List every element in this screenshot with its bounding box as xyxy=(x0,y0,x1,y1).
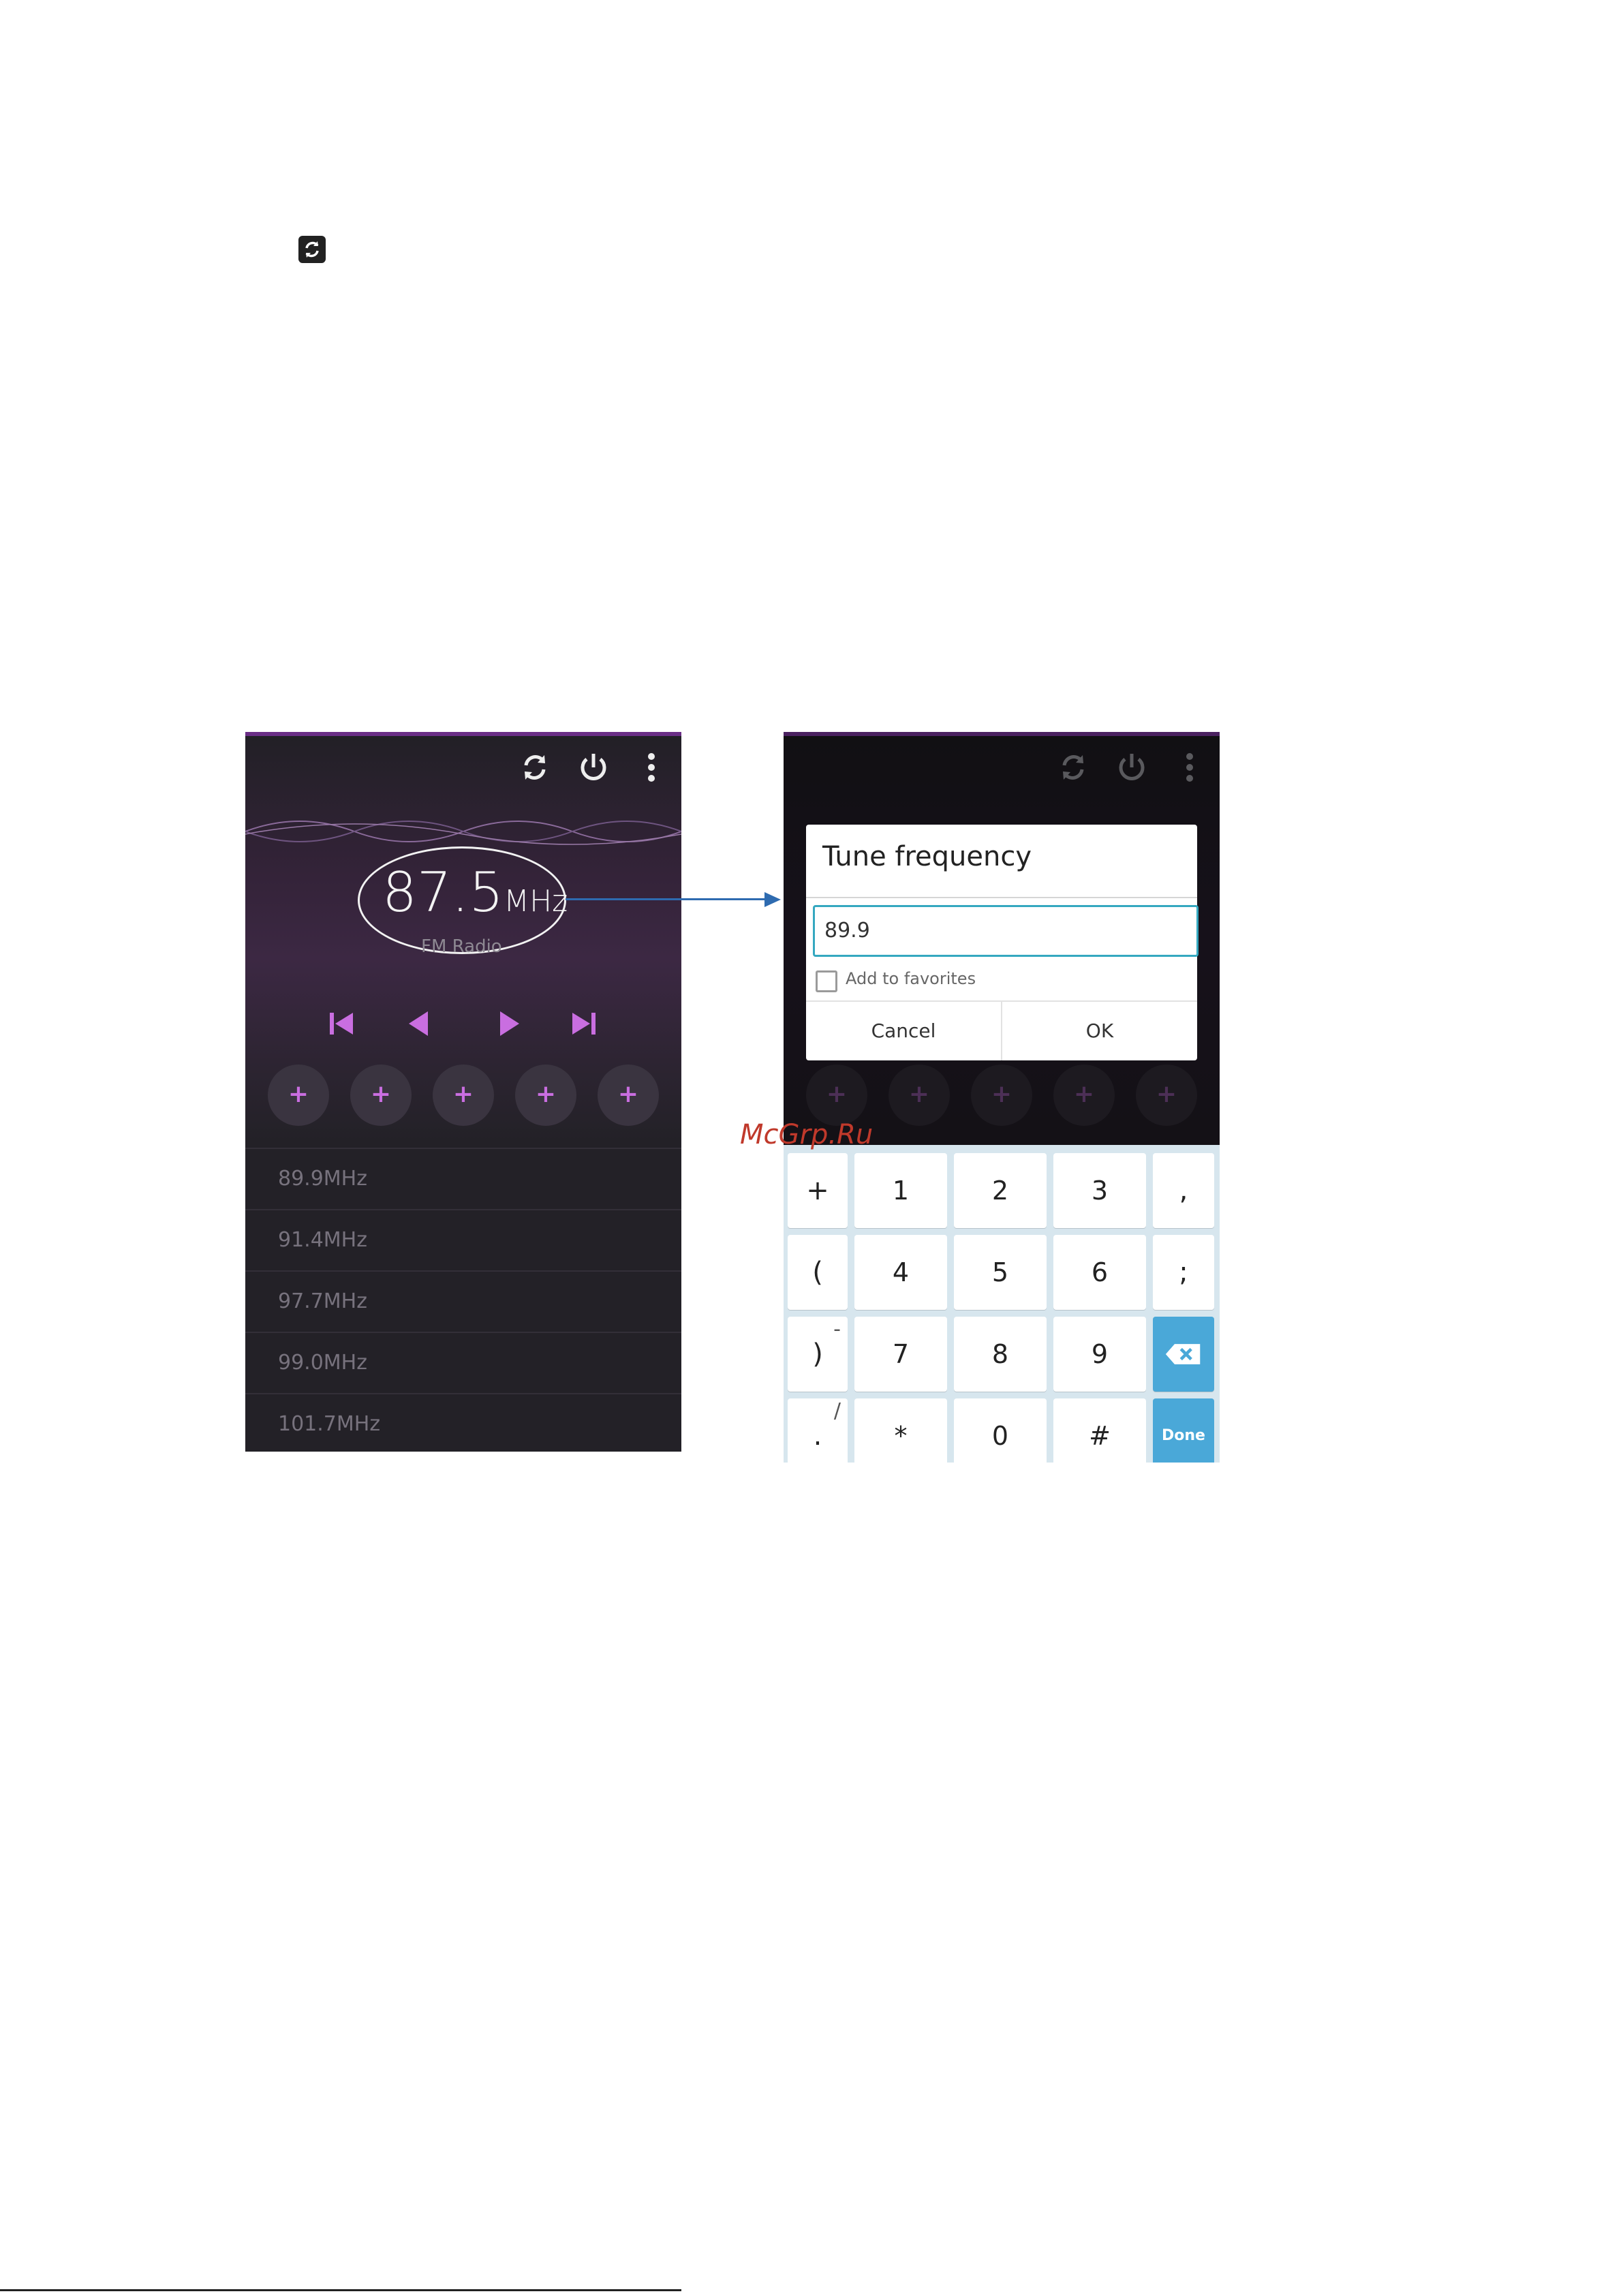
station-list-item[interactable]: 101.7MHz xyxy=(245,1393,681,1452)
watermark: McGrp.Ru xyxy=(740,1119,874,1150)
footer-rule xyxy=(0,2289,681,2291)
frequency-value: 87.5MHz xyxy=(382,861,568,924)
refresh-icon xyxy=(1053,747,1094,788)
add-favorite-button: + xyxy=(888,1065,950,1126)
divider xyxy=(806,897,1197,898)
station-list-item[interactable]: 99.0MHz xyxy=(245,1332,681,1394)
key[interactable]: 2 xyxy=(954,1153,1047,1228)
key[interactable]: 6 xyxy=(1053,1235,1146,1310)
frequency-input[interactable]: 89.9 xyxy=(813,905,1199,957)
ok-button[interactable]: OK xyxy=(1002,1002,1197,1060)
key[interactable]: 9 xyxy=(1053,1317,1146,1392)
refresh-icon[interactable] xyxy=(514,747,555,788)
skip-previous-icon[interactable] xyxy=(322,1003,362,1044)
refresh-icon xyxy=(298,236,326,263)
key[interactable]: 4 xyxy=(854,1235,947,1310)
power-icon xyxy=(1111,747,1152,788)
add-favorite-button[interactable]: + xyxy=(350,1065,412,1126)
key[interactable]: ; xyxy=(1153,1235,1214,1310)
numeric-keyboard: + 1 2 3 , ( 4 5 6 ; ) - 7 8 9 . / * 0 # … xyxy=(784,1145,1220,1463)
add-favorite-button[interactable]: + xyxy=(268,1065,329,1126)
previous-icon[interactable] xyxy=(399,1003,440,1044)
add-favorite-button[interactable]: + xyxy=(515,1065,576,1126)
power-icon[interactable] xyxy=(573,747,614,788)
add-favorite-button[interactable]: + xyxy=(433,1065,494,1126)
more-vert-icon xyxy=(1169,747,1210,788)
backspace-key[interactable] xyxy=(1153,1317,1214,1392)
add-favorite-button: + xyxy=(971,1065,1032,1126)
done-key[interactable]: Done xyxy=(1153,1398,1214,1463)
checkbox-label: Add to favorites xyxy=(846,969,976,988)
add-favorite-button[interactable]: + xyxy=(598,1065,659,1126)
skip-next-icon[interactable] xyxy=(563,1003,604,1044)
station-list-item[interactable]: 91.4MHz xyxy=(245,1209,681,1272)
key[interactable]: , xyxy=(1153,1153,1214,1228)
fm-radio-screen: 87.5MHz FM Radio + + + + + 89.9MHz 91.4M… xyxy=(245,732,681,1452)
callout-arrow-head xyxy=(764,892,781,907)
key[interactable]: 3 xyxy=(1053,1153,1146,1228)
add-favorite-button: + xyxy=(806,1065,867,1126)
key[interactable]: 0 xyxy=(954,1398,1047,1463)
callout-arrow-line xyxy=(566,898,770,900)
backspace-icon xyxy=(1165,1344,1201,1364)
key[interactable]: # xyxy=(1053,1398,1146,1463)
dialog-title: Tune frequency xyxy=(822,841,1032,872)
key[interactable]: 7 xyxy=(854,1317,947,1392)
more-vert-icon[interactable] xyxy=(631,747,672,788)
key[interactable]: 5 xyxy=(954,1235,1047,1310)
cancel-button[interactable]: Cancel xyxy=(806,1002,1001,1060)
key[interactable]: + xyxy=(788,1153,848,1228)
key[interactable]: 8 xyxy=(954,1317,1047,1392)
add-favorite-button: + xyxy=(1136,1065,1197,1126)
tune-frequency-dialog: Tune frequency 89.9 Add to favorites Can… xyxy=(806,825,1199,1060)
add-to-favorites-checkbox[interactable] xyxy=(816,970,837,992)
station-list-item[interactable]: 89.9MHz xyxy=(245,1148,681,1210)
radio-subtitle: FM Radio xyxy=(421,936,502,957)
tune-frequency-screen: + + + + + Tune frequency 89.9 Add to fav… xyxy=(784,732,1220,1463)
play-icon[interactable] xyxy=(488,1003,529,1044)
station-list-item[interactable]: 97.7MHz xyxy=(245,1270,681,1333)
key[interactable]: 1 xyxy=(854,1153,947,1228)
key[interactable]: . / xyxy=(788,1398,848,1463)
add-favorite-button: + xyxy=(1053,1065,1115,1126)
wave-decoration xyxy=(245,821,681,845)
key[interactable]: * xyxy=(854,1398,947,1463)
